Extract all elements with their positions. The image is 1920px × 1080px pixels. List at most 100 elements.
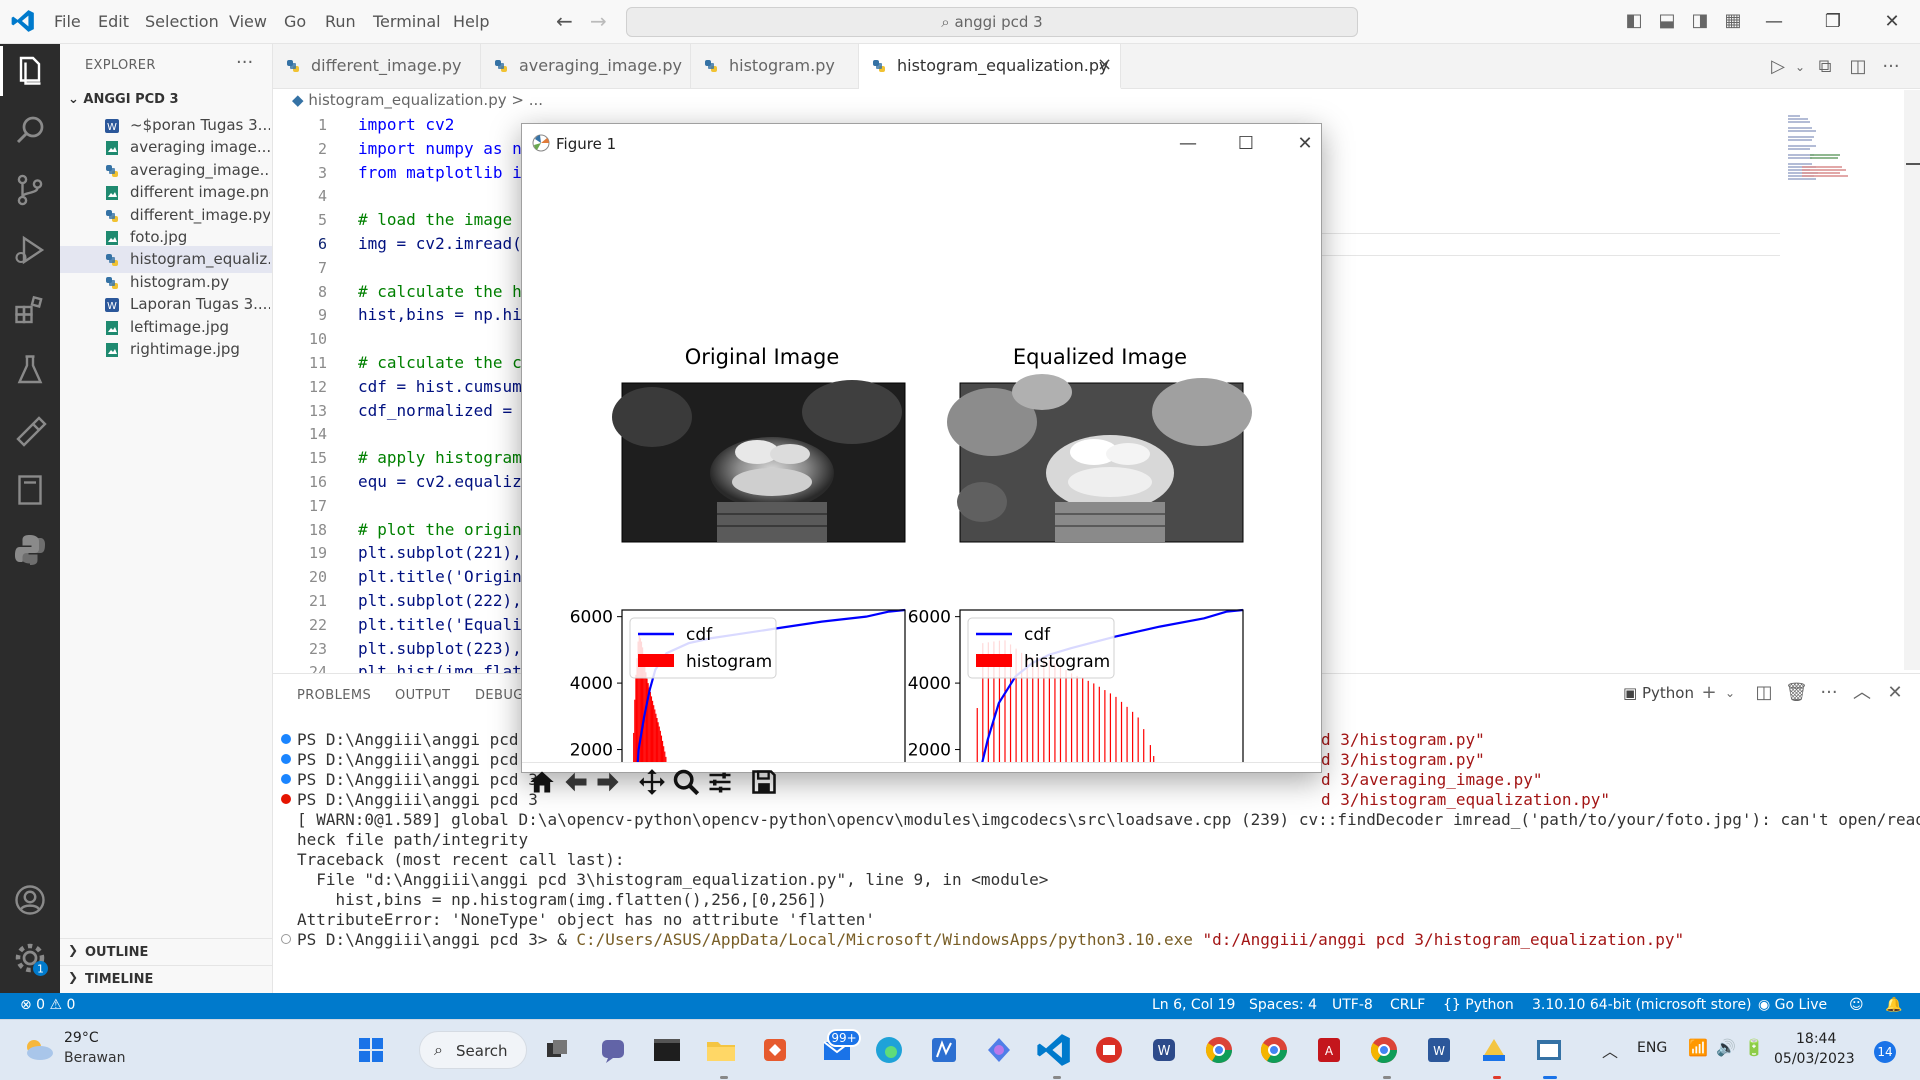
figure-title-bar[interactable]: Figure 1 — ☐ ✕	[522, 124, 1321, 162]
chrome-icon[interactable]	[1255, 1031, 1293, 1069]
copilot-icon[interactable]	[980, 1031, 1018, 1069]
run-file-icon[interactable]: ▷	[1767, 56, 1789, 78]
recorder-app-icon[interactable]	[1090, 1031, 1128, 1069]
python-interpreter[interactable]: 3.10.10 64-bit (microsoft store)	[1532, 997, 1752, 1013]
command-center[interactable]: ⌕ anggi pcd 3	[626, 7, 1358, 37]
minimap[interactable]	[1788, 112, 1858, 182]
open-preview-icon[interactable]: ⧉	[1814, 56, 1836, 78]
toggle-primary-sidebar-icon[interactable]: ◧	[1623, 10, 1645, 32]
toggle-panel-icon[interactable]: ⬓	[1656, 10, 1678, 32]
menu-go[interactable]: Go	[284, 12, 306, 31]
terminal-current-command[interactable]: PS D:\Anggiii\anggi pcd 3> & C:/Users/AS…	[297, 930, 1684, 949]
figure-canvas[interactable]: Original Image Equalized Image 200040006…	[522, 162, 1321, 762]
clock-time[interactable]: 18:44	[1796, 1031, 1836, 1047]
menu-file[interactable]: File	[54, 12, 81, 31]
files-app-icon[interactable]	[1475, 1031, 1513, 1069]
tab-different-image[interactable]: different_image.py	[273, 44, 481, 89]
math-app-icon[interactable]	[925, 1031, 963, 1069]
extensions-icon[interactable]	[12, 292, 48, 328]
file-item[interactable]: rightimage.jpg	[60, 336, 272, 363]
menu-view[interactable]: View	[229, 12, 267, 31]
weather-description[interactable]: Berawan	[64, 1050, 125, 1066]
figure-minimize-icon[interactable]: —	[1173, 130, 1203, 158]
indentation[interactable]: Spaces: 4	[1249, 997, 1317, 1013]
settings-gear-icon[interactable]: 1	[12, 940, 48, 976]
tab-averaging-image[interactable]: averaging_image.py	[481, 44, 691, 89]
close-window-icon[interactable]: ✕	[1877, 8, 1907, 36]
new-terminal-chevron-icon[interactable]: ⌄	[1719, 682, 1741, 704]
minimize-window-icon[interactable]: —	[1759, 8, 1789, 36]
go-live-button[interactable]: ◉ Go Live	[1758, 997, 1827, 1013]
input-language[interactable]: ENG	[1637, 1040, 1667, 1056]
volume-icon[interactable]: 🔊	[1716, 1038, 1736, 1057]
file-explorer-icon[interactable]	[702, 1031, 740, 1069]
customize-layout-icon[interactable]: ▦	[1722, 10, 1744, 32]
line-ending[interactable]: CRLF	[1390, 997, 1425, 1013]
python-icon[interactable]	[12, 532, 48, 568]
editor-scrollbar[interactable]	[1904, 90, 1920, 670]
restore-window-icon[interactable]: ❐	[1818, 8, 1848, 36]
vscode-taskbar-icon[interactable]	[1035, 1031, 1073, 1069]
whatsapp-like-icon[interactable]: W	[1145, 1031, 1183, 1069]
tab-histogram-equalization[interactable]: histogram_equalization.py ×	[859, 44, 1121, 89]
toggle-secondary-sidebar-icon[interactable]: ◨	[1689, 10, 1711, 32]
figure-maximize-icon[interactable]: ☐	[1231, 130, 1261, 158]
remote-explorer-icon[interactable]	[12, 412, 48, 448]
more-actions-icon[interactable]: ···	[236, 52, 253, 73]
kill-terminal-trash-icon[interactable]: 🗑	[1785, 682, 1808, 704]
word-icon[interactable]: W	[1420, 1031, 1458, 1069]
testing-flask-icon[interactable]	[12, 352, 48, 388]
back-arrow-icon[interactable]	[562, 768, 590, 796]
pan-move-icon[interactable]	[638, 768, 666, 796]
new-terminal-plus-icon[interactable]: +	[1698, 682, 1720, 704]
task-view-icon[interactable]	[538, 1031, 576, 1069]
split-editor-icon[interactable]: ◫	[1847, 56, 1869, 78]
explorer-icon[interactable]	[12, 52, 48, 88]
weather-temp[interactable]: 29°C	[64, 1030, 99, 1046]
maximize-panel-chevron-icon[interactable]: ︿	[1851, 682, 1873, 704]
clock-date[interactable]: 05/03/2023	[1774, 1051, 1855, 1067]
timeline-section[interactable]: ❯ TIMELINE	[60, 965, 272, 992]
home-icon[interactable]	[528, 768, 556, 796]
run-dropdown-chevron-icon[interactable]: ⌄	[1789, 56, 1811, 78]
notebook-icon[interactable]	[12, 472, 48, 508]
encoding[interactable]: UTF-8	[1332, 997, 1373, 1013]
tab-debug-console[interactable]: DEBUG	[475, 688, 524, 703]
battery-icon[interactable]: 🔋	[1744, 1038, 1764, 1057]
wifi-icon[interactable]: 📶	[1688, 1038, 1708, 1057]
close-panel-icon[interactable]: ✕	[1884, 682, 1906, 704]
zoom-magnifier-icon[interactable]	[672, 768, 700, 796]
python-figure-window-icon[interactable]	[1530, 1031, 1568, 1069]
search-icon[interactable]	[12, 112, 48, 148]
close-tab-icon[interactable]: ×	[1097, 54, 1112, 75]
chrome-profile-icon[interactable]	[1200, 1031, 1238, 1069]
chrome-work-profile-icon[interactable]	[1365, 1031, 1403, 1069]
terminal-app-icon[interactable]	[648, 1031, 686, 1069]
menu-terminal[interactable]: Terminal	[373, 12, 441, 31]
figure-close-icon[interactable]: ✕	[1290, 130, 1320, 158]
source-control-icon[interactable]	[12, 172, 48, 208]
breadcrumb[interactable]: ◆ histogram_equalization.py > ...	[292, 91, 543, 109]
panel-more-icon[interactable]: ···	[1818, 682, 1840, 704]
tab-problems[interactable]: PROBLEMS	[297, 688, 371, 703]
taskbar-search-box[interactable]: ⌕ Search	[419, 1031, 527, 1069]
tab-histogram[interactable]: histogram.py	[691, 44, 859, 89]
language-mode[interactable]: {} Python	[1443, 997, 1514, 1013]
save-figure-icon[interactable]	[750, 768, 778, 796]
back-arrow-icon[interactable]: ←	[556, 9, 573, 33]
configure-subplots-icon[interactable]	[706, 768, 734, 796]
problems-counter[interactable]: ⊗ 0 ⚠ 0	[20, 997, 75, 1013]
tab-output[interactable]: OUTPUT	[395, 688, 450, 703]
feedback-icon[interactable]: ☺	[1849, 997, 1864, 1013]
split-terminal-icon[interactable]: ◫	[1753, 682, 1775, 704]
notification-count-badge[interactable]: 14	[1874, 1041, 1896, 1063]
menu-edit[interactable]: Edit	[98, 12, 129, 31]
notifications-bell-icon[interactable]: 🔔	[1885, 997, 1902, 1013]
run-debug-icon[interactable]	[12, 232, 48, 268]
menu-help[interactable]: Help	[453, 12, 489, 31]
editor-more-icon[interactable]: ···	[1880, 56, 1902, 78]
menu-run[interactable]: Run	[325, 12, 356, 31]
menu-selection[interactable]: Selection	[145, 12, 219, 31]
office-app-icon[interactable]	[756, 1031, 794, 1069]
workspace-folder-header[interactable]: ⌄ ANGGI PCD 3	[68, 92, 179, 107]
